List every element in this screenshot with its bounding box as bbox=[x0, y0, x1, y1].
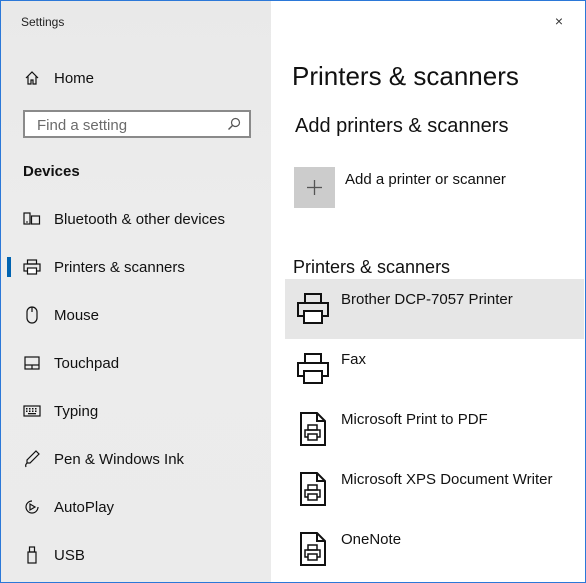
section-title: Devices bbox=[23, 163, 80, 180]
printer-icon bbox=[23, 258, 41, 276]
device-item-xps-writer[interactable]: Microsoft XPS Document Writer bbox=[285, 459, 584, 519]
touchpad-icon bbox=[23, 354, 41, 372]
sidebar-item-pen[interactable]: Pen & Windows Ink bbox=[1, 439, 271, 479]
home-icon bbox=[23, 69, 41, 87]
add-printer-button[interactable] bbox=[294, 167, 335, 208]
window-title: Settings bbox=[21, 15, 65, 29]
page-title: Printers & scanners bbox=[292, 61, 519, 91]
sidebar-item-label: Printers & scanners bbox=[54, 258, 185, 276]
sidebar-item-label: Pen & Windows Ink bbox=[54, 450, 185, 468]
close-button[interactable]: × bbox=[549, 11, 569, 31]
device-item-onenote[interactable]: OneNote bbox=[285, 519, 584, 579]
pen-icon bbox=[23, 450, 41, 468]
sidebar-item-typing[interactable]: Typing bbox=[1, 391, 271, 431]
device-name: Brother DCP-7057 Printer bbox=[341, 291, 513, 308]
search-input[interactable] bbox=[35, 115, 224, 135]
device-item-brother[interactable]: Brother DCP-7057 Printer bbox=[285, 279, 584, 339]
sidebar-item-bluetooth[interactable]: Bluetooth & other devices bbox=[1, 199, 271, 239]
usb-icon bbox=[23, 546, 41, 564]
settings-window: Settings Home Devices Bluetooth & other … bbox=[0, 0, 586, 583]
keyboard-icon bbox=[23, 402, 41, 420]
device-list-title: Printers & scanners bbox=[293, 257, 451, 277]
sidebar-item-label: Bluetooth & other devices bbox=[54, 210, 225, 228]
sidebar-item-label: Touchpad bbox=[54, 354, 120, 372]
bluetooth-devices-icon bbox=[23, 210, 41, 228]
sidebar-item-label: AutoPlay bbox=[54, 498, 115, 516]
sidebar-item-autoplay[interactable]: AutoPlay bbox=[1, 487, 271, 527]
sidebar-item-label: Mouse bbox=[54, 306, 100, 324]
printer-document-icon bbox=[296, 471, 330, 507]
device-name: Fax bbox=[341, 351, 367, 368]
sidebar-item-mouse[interactable]: Mouse bbox=[1, 295, 271, 335]
device-item-fax[interactable]: Fax bbox=[285, 339, 584, 399]
sidebar-item-home[interactable]: Home bbox=[1, 58, 271, 98]
sidebar-item-label: Home bbox=[54, 69, 95, 87]
sidebar-item-label: Typing bbox=[54, 402, 99, 420]
autoplay-icon bbox=[23, 498, 41, 516]
search-icon[interactable] bbox=[227, 117, 241, 131]
add-section-title: Add printers & scanners bbox=[295, 115, 509, 137]
device-item-print-to-pdf[interactable]: Microsoft Print to PDF bbox=[285, 399, 584, 459]
sidebar: Settings Home Devices Bluetooth & other … bbox=[1, 1, 271, 582]
sidebar-item-label: USB bbox=[54, 546, 85, 564]
device-name: Microsoft Print to PDF bbox=[341, 411, 488, 428]
plus-icon bbox=[307, 180, 322, 195]
search-field[interactable] bbox=[23, 110, 251, 138]
device-name: Microsoft XPS Document Writer bbox=[341, 471, 553, 488]
sidebar-item-printers[interactable]: Printers & scanners bbox=[1, 247, 271, 287]
mouse-icon bbox=[23, 306, 41, 324]
sidebar-item-touchpad[interactable]: Touchpad bbox=[1, 343, 271, 383]
add-printer-label[interactable]: Add a printer or scanner bbox=[345, 171, 506, 188]
selection-indicator bbox=[7, 257, 11, 277]
device-name: OneNote bbox=[341, 531, 402, 548]
sidebar-item-usb[interactable]: USB bbox=[1, 535, 271, 575]
printer-icon bbox=[296, 351, 330, 387]
printer-document-icon bbox=[296, 411, 330, 447]
printer-icon bbox=[296, 291, 330, 327]
printer-document-icon bbox=[296, 531, 330, 567]
